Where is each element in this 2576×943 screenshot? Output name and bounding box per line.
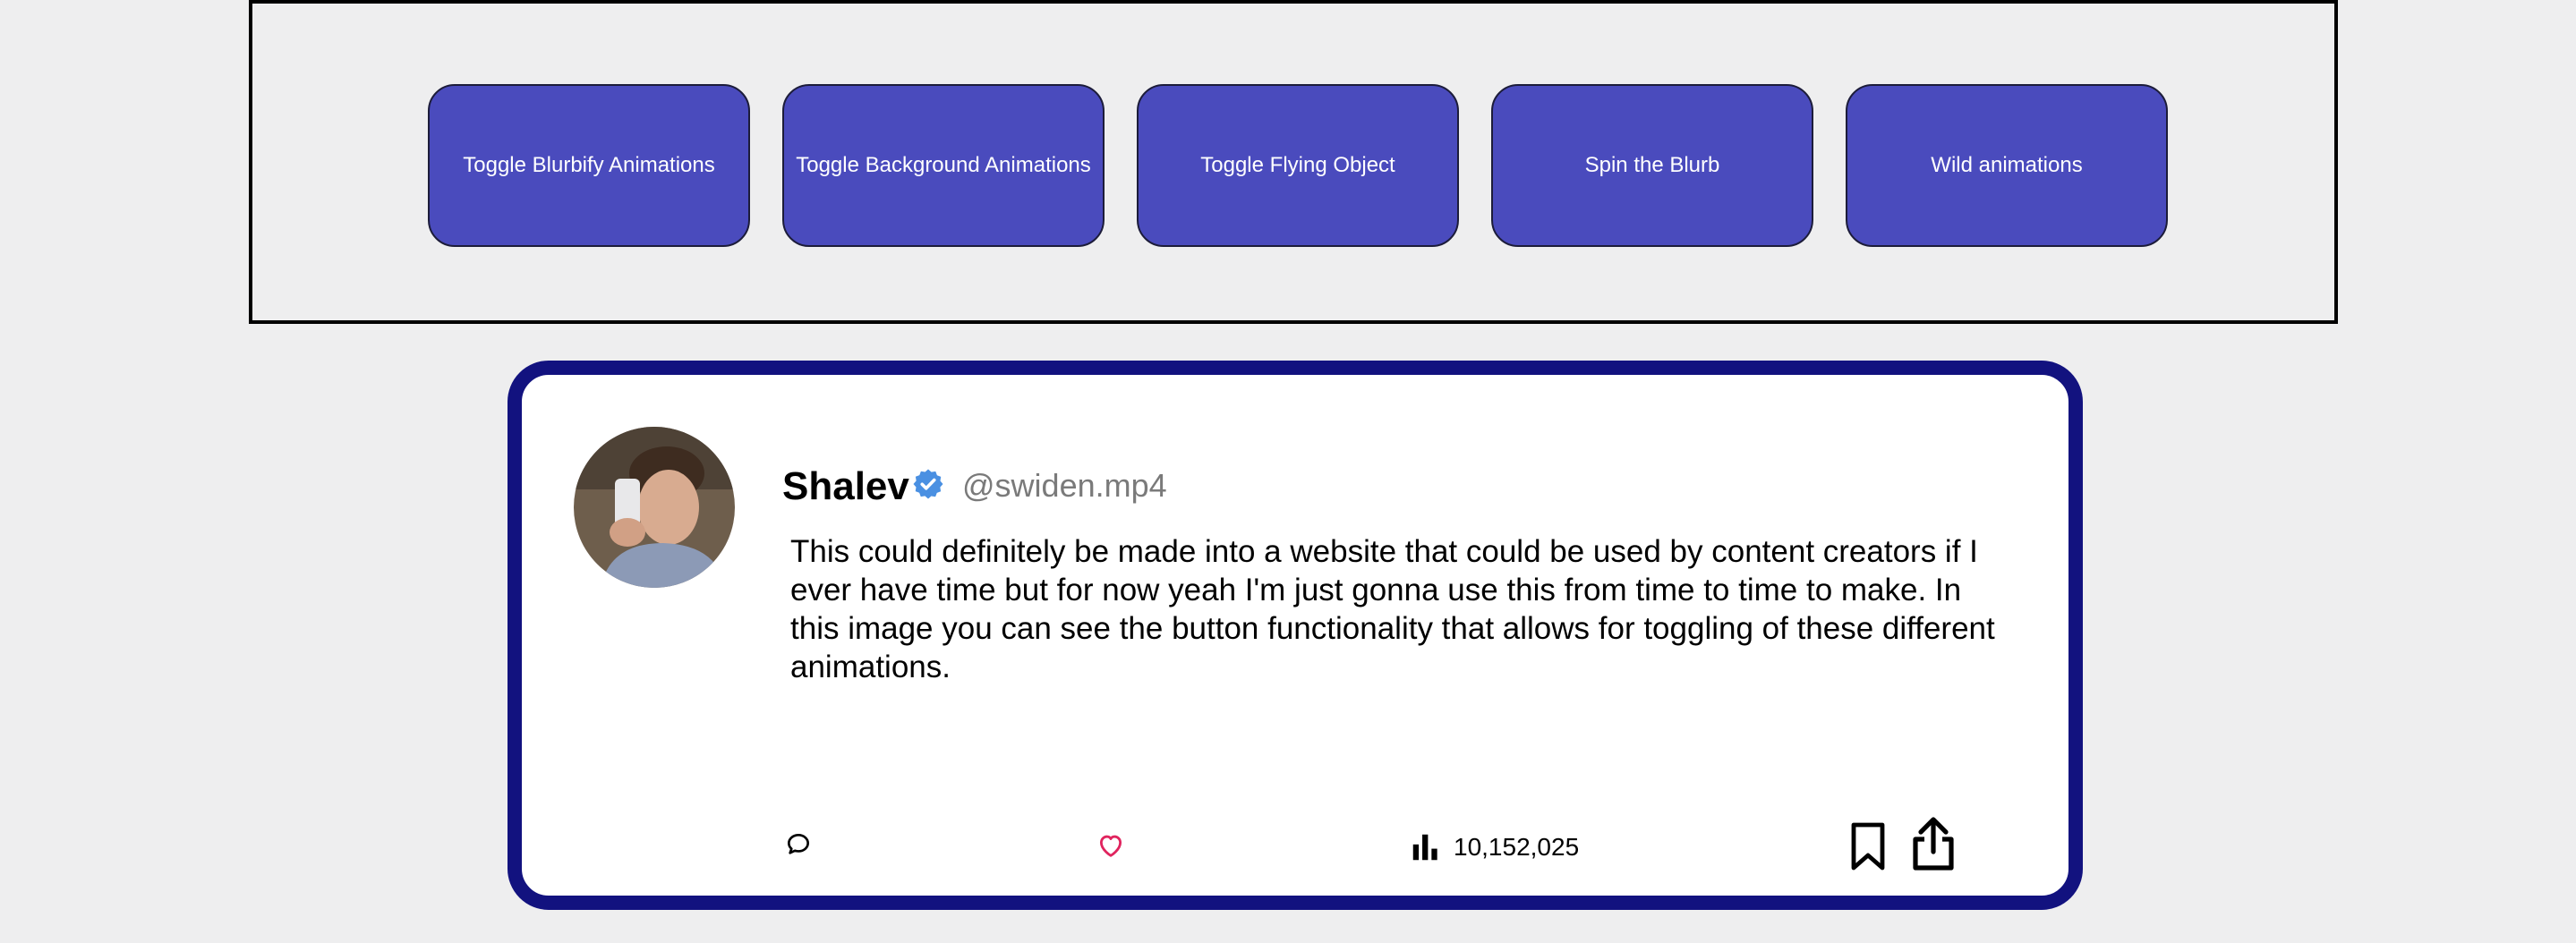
toggle-background-animations-button[interactable]: Toggle Background Animations [782, 84, 1105, 247]
post-card: Shalev @swiden.mp4 This could definitely… [508, 361, 2083, 910]
spin-the-blurb-button[interactable]: Spin the Blurb [1491, 84, 1813, 247]
reply-button[interactable] [784, 830, 813, 859]
heart-icon [1099, 835, 1122, 857]
wild-animations-button[interactable]: Wild animations [1846, 84, 2168, 247]
like-button[interactable] [1096, 830, 1126, 861]
toggle-flying-object-button[interactable]: Toggle Flying Object [1137, 84, 1459, 247]
post-text: This could definitely be made into a web… [790, 534, 1995, 684]
toggle-blurbify-animations-button[interactable]: Toggle Blurbify Animations [428, 84, 750, 247]
author-handle[interactable]: @swiden.mp4 [962, 467, 1167, 505]
views-count: 10,152,025 [1454, 833, 1580, 861]
animation-controls-panel: Toggle Blurbify Animations Toggle Backgr… [249, 0, 2338, 324]
bar-chart-icon [1412, 834, 1437, 861]
bookmark-button[interactable] [1848, 821, 1888, 871]
share-icon [1913, 817, 1954, 871]
verified-badge-icon [913, 469, 943, 499]
comment-icon [788, 834, 809, 854]
bookmark-icon [1851, 822, 1885, 871]
author-name[interactable]: Shalev [782, 464, 909, 509]
avatar-photo [574, 427, 735, 588]
views-stat[interactable]: 10,152,025 [1409, 830, 1579, 864]
avatar[interactable] [574, 427, 735, 588]
share-button[interactable] [1912, 816, 1955, 871]
